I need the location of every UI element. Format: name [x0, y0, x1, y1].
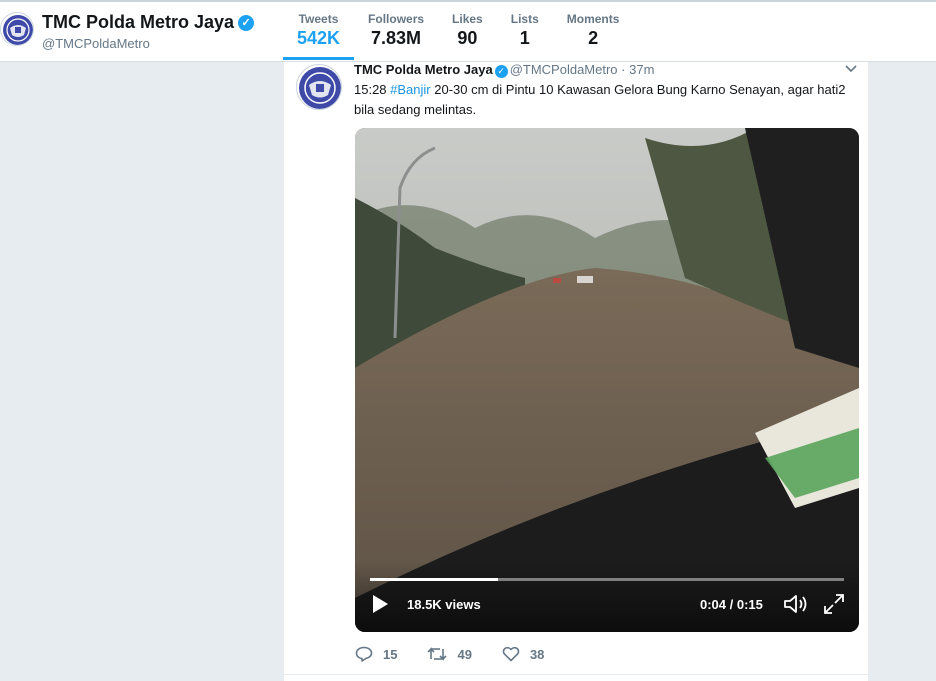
- retweet-icon: [427, 647, 448, 661]
- verified-badge-icon: ✓: [238, 15, 255, 31]
- cover-strip: [0, 0, 936, 2]
- profile-nav: TMC Polda Metro Jaya ✓ @TMCPoldaMetro Twe…: [0, 0, 936, 62]
- tweet-card[interactable]: TMC Polda Metro Jaya ✓ @TMCPoldaMetro · 37…: [283, 62, 870, 681]
- stat-value: 2: [588, 28, 599, 48]
- stat-label: Followers: [368, 12, 425, 26]
- tweet-header: TMC Polda Metro Jaya ✓ @TMCPoldaMetro · 37…: [354, 62, 654, 78]
- stat-label: Lists: [510, 12, 539, 26]
- tweet-author-name[interactable]: TMC Polda Metro Jaya: [354, 62, 493, 77]
- retweet-count: 49: [457, 646, 472, 662]
- verified-badge-icon: ✓: [494, 65, 508, 78]
- stat-label: Moments: [566, 12, 620, 26]
- video-player[interactable]: 18.5K views 0:04 / 0:15: [355, 128, 859, 632]
- profile-stats: Tweets 542K Followers 7.83M Likes 90 Lis…: [283, 12, 633, 60]
- volume-icon[interactable]: [783, 593, 809, 615]
- reply-count: 15: [383, 646, 398, 662]
- video-controls: 18.5K views 0:04 / 0:15: [355, 562, 859, 632]
- reply-icon: [355, 646, 373, 662]
- hashtag-link[interactable]: #Banjir: [390, 82, 430, 97]
- tweet-actions: 15 49 38: [355, 646, 574, 662]
- tweet-avatar[interactable]: [296, 64, 342, 110]
- stat-label: Tweets: [298, 12, 339, 26]
- video-frame[interactable]: [355, 128, 859, 632]
- stat-value: 90: [457, 28, 478, 48]
- profile-name[interactable]: TMC Polda Metro Jaya ✓: [42, 12, 255, 33]
- video-current-time: 0:04: [700, 597, 727, 612]
- like-icon: [502, 646, 520, 662]
- video-duration: 0:15: [736, 597, 763, 612]
- video-time-separator: /: [726, 597, 737, 612]
- stat-moments[interactable]: Moments 2: [553, 12, 634, 60]
- stat-followers[interactable]: Followers 7.83M: [354, 12, 438, 60]
- chevron-down-icon[interactable]: [844, 62, 858, 76]
- stat-value: 7.83M: [371, 28, 422, 48]
- like-button[interactable]: 38: [502, 646, 544, 662]
- header-separator: ·: [621, 62, 626, 77]
- retweet-button[interactable]: 49: [427, 646, 472, 662]
- play-icon[interactable]: [369, 593, 391, 615]
- stat-lists[interactable]: Lists 1: [497, 12, 553, 60]
- tweet-timestamp[interactable]: 37m: [629, 62, 654, 77]
- video-progress-fill: [370, 578, 498, 581]
- fullscreen-icon[interactable]: [823, 593, 845, 615]
- tweet-text-prefix: 15:28: [354, 82, 391, 97]
- video-view-count: 18.5K views: [407, 597, 481, 612]
- stat-value: 542K: [297, 28, 341, 48]
- tweet-text: 15:28 #Banjir 20-30 cm di Pintu 10 Kawas…: [354, 80, 854, 120]
- profile-handle[interactable]: @TMCPoldaMetro: [42, 36, 150, 51]
- video-progress-bar[interactable]: [370, 578, 844, 581]
- stat-label: Likes: [452, 12, 483, 26]
- like-count: 38: [529, 646, 545, 662]
- stat-tweets[interactable]: Tweets 542K: [283, 12, 355, 60]
- video-time: 0:04 / 0:15: [700, 597, 763, 612]
- reply-button[interactable]: 15: [355, 646, 397, 662]
- profile-name-text: TMC Polda Metro Jaya: [42, 12, 235, 32]
- card-divider: [284, 674, 870, 675]
- profile-avatar[interactable]: [0, 12, 34, 46]
- stat-value: 1: [519, 28, 530, 48]
- stat-likes[interactable]: Likes 90: [438, 12, 497, 60]
- tweet-author-handle[interactable]: @TMCPoldaMetro: [510, 62, 618, 77]
